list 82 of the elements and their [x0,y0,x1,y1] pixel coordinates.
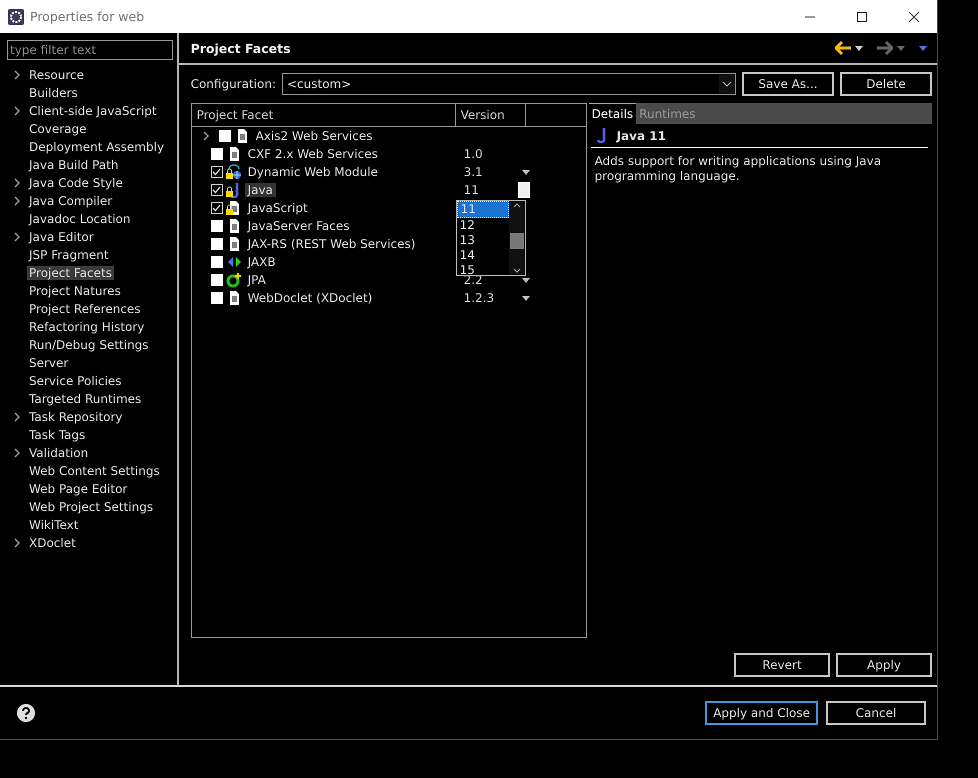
sidebar-item[interactable]: Task Repository [27,410,125,424]
dropdown-arrow-icon[interactable] [522,278,530,282]
help-icon[interactable] [16,703,36,723]
sidebar-item[interactable]: WikiText [27,518,80,532]
version-value[interactable]: 1.2.3 [464,291,494,305]
column-header: Version [456,104,526,126]
facet-name[interactable]: WebDoclet (XDoclet) [244,291,376,305]
page-title: Project Facets [190,40,291,56]
sidebar-item[interactable]: Builders [27,86,80,100]
version-option[interactable]: 14 [456,248,509,263]
sidebar-item[interactable]: Task Tags [27,428,88,442]
sidebar-item[interactable]: Web Project Settings [27,500,156,514]
facet-name[interactable]: Java [244,183,276,197]
close-icon[interactable] [909,12,919,22]
view-menu-icon[interactable] [919,46,927,50]
sidebar-item[interactable]: Run/Debug Settings [27,338,151,352]
checkbox[interactable] [210,166,223,178]
page-button[interactable]: Apply [836,653,932,677]
sidebar-item[interactable]: Project Natures [27,284,123,298]
column-header: Project Facet [192,104,456,126]
window-title: Properties for web [30,9,146,24]
dropdown-arrow-icon[interactable] [522,296,530,300]
sidebar-item[interactable]: Web Page Editor [27,482,130,496]
forward-arrow-icon[interactable] [877,41,893,55]
facet-name[interactable]: Axis2 Web Services [252,129,376,143]
sidebar-item[interactable]: Java Editor [27,230,96,244]
scroll-up-icon[interactable] [512,203,521,208]
configuration-button[interactable]: Delete [840,72,932,96]
maximize-icon[interactable] [857,12,867,22]
dialog-button[interactable]: Apply and Close [705,701,818,725]
facet-title: Java 11 [616,128,666,142]
dialog-button[interactable]: Cancel [826,701,926,725]
back-arrow-icon[interactable] [835,41,851,55]
sidebar-item[interactable]: Server [27,356,70,370]
scrollbar-thumb[interactable] [510,233,524,249]
filter-field[interactable]: type filter text [7,40,173,60]
facet-name[interactable]: CXF 2.x Web Services [244,147,381,161]
facet-name[interactable]: JAX-RS (REST Web Services) [244,237,418,251]
sidebar-item[interactable]: Resource [27,68,86,82]
sidebar-item[interactable]: Coverage [27,122,88,136]
minimize-icon[interactable] [805,16,815,18]
page-button[interactable]: Revert [734,653,830,677]
sidebar-item[interactable]: Refactoring History [27,320,146,334]
facet-name[interactable]: JAXB [244,255,279,269]
facet-name[interactable]: JPA [244,273,269,287]
version-value[interactable]: 11 [464,183,479,197]
configuration-dropdown[interactable]: <custom> [282,73,736,95]
sidebar-item[interactable]: Service Policies [27,374,124,388]
sidebar-item[interactable]: Javadoc Location [27,212,132,226]
facet-description: Adds support for writing applications using Java programming language. [594,154,882,184]
details-tab[interactable]: Details [588,103,636,124]
sidebar-item[interactable]: Client-side JavaScript [27,104,159,118]
sidebar-item[interactable]: Web Content Settings [27,464,162,478]
sidebar-item[interactable]: Deployment Assembly [27,140,166,154]
facet-name[interactable]: JavaScript [244,201,311,215]
sidebar-item[interactable]: JSP Fragment [27,248,111,262]
sidebar-item[interactable]: Java Build Path [27,158,120,172]
dropdown-arrow-icon[interactable] [522,170,530,174]
sidebar-item[interactable]: Java Compiler [27,194,114,208]
configuration-label: Configuration: [190,77,276,91]
version-option[interactable]: 13 [456,233,509,248]
version-value[interactable]: 1.0 [464,147,483,161]
app-gear-icon [8,8,24,24]
sidebar-item[interactable]: Java Code Style [27,176,125,190]
sidebar-item[interactable]: Project Facets [27,266,114,280]
version-combo-button[interactable] [518,182,530,198]
facet-name[interactable]: Dynamic Web Module [244,165,381,179]
version-value[interactable]: 3.1 [464,165,483,179]
version-option[interactable]: 12 [456,218,509,233]
version-list[interactable]: 11 12 13 14 15 [456,200,526,276]
configuration-button[interactable]: Save As... [742,72,834,96]
forward-menu-icon[interactable] [897,46,905,50]
checkbox[interactable] [210,184,223,196]
java-icon [596,128,607,143]
checkbox[interactable] [210,202,223,214]
sidebar-item[interactable]: Project References [27,302,143,316]
back-menu-icon[interactable] [855,46,863,50]
sidebar-item[interactable]: Targeted Runtimes [27,392,144,406]
scroll-down-icon[interactable] [512,268,521,273]
sidebar-item[interactable]: XDoclet [27,536,78,550]
sidebar-item[interactable]: Validation [27,446,90,460]
facet-name[interactable]: JavaServer Faces [244,219,352,233]
